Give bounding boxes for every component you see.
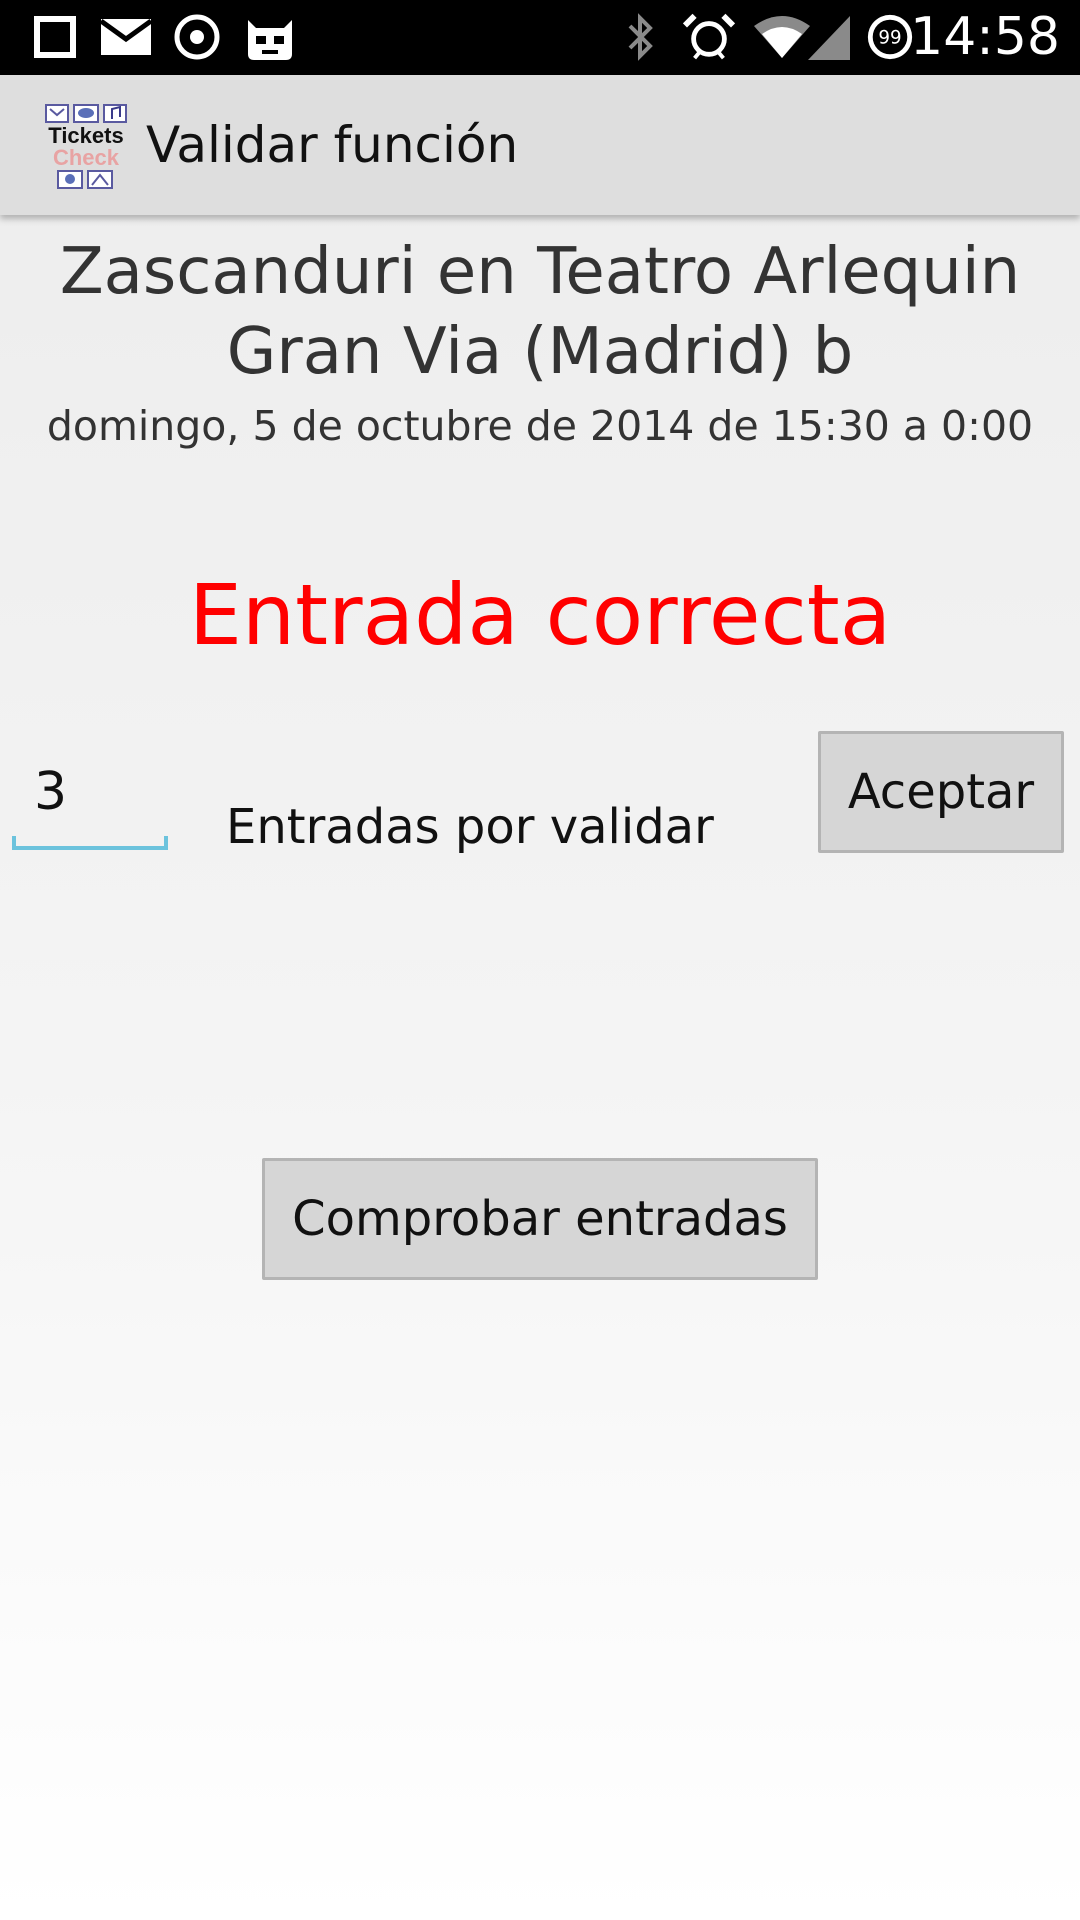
- wifi-icon: [754, 16, 810, 58]
- input-underline-edge: [164, 836, 168, 850]
- accept-button[interactable]: Aceptar: [818, 731, 1064, 853]
- status-time: 14:58: [910, 7, 1060, 67]
- square-icon: [34, 16, 76, 58]
- bluetooth-icon: [628, 13, 653, 61]
- tickets-quantity-input[interactable]: [12, 750, 168, 850]
- input-underline-edge: [12, 836, 16, 850]
- alarm-icon: [682, 13, 736, 60]
- tickets-quantity-label: Entradas por validar: [226, 799, 714, 855]
- event-name: Zascanduri en Teatro Arlequin Gran Via (…: [59, 235, 1021, 389]
- cyanogen-mascot-icon: [248, 20, 292, 60]
- validation-result: Entrada correcta: [188, 566, 892, 664]
- action-bar: Tickets Check Validar función: [0, 75, 1080, 215]
- battery-label: 99: [878, 28, 901, 49]
- event-date: domingo, 5 de octubre de 2014 de 15:30 a…: [46, 402, 1034, 450]
- check-tickets-button[interactable]: Comprobar entradas: [262, 1158, 818, 1280]
- status-bar: 99 14:58: [0, 0, 1080, 75]
- mail-icon: [99, 18, 153, 55]
- tickets-check-logo-icon: Tickets Check: [45, 104, 127, 189]
- logo-text-bottom: Check: [53, 145, 120, 170]
- circle-dot-icon: [174, 14, 220, 60]
- screen-title: Validar función: [146, 116, 519, 174]
- battery-99-icon: 99: [867, 14, 913, 60]
- signal-icon: [808, 16, 850, 60]
